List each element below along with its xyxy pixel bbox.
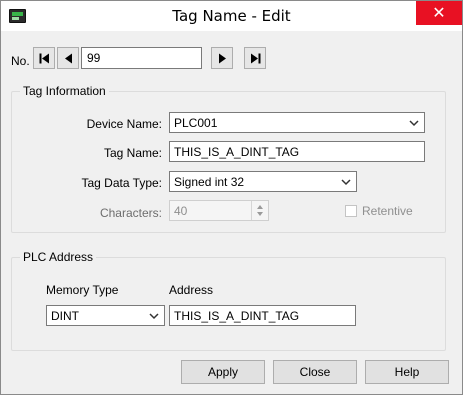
record-navigation: No.	[1, 47, 462, 77]
tag-information-group: Tag Information Device Name: PLC001 Tag …	[11, 84, 446, 233]
window-close-button[interactable]: ✕	[416, 1, 462, 25]
device-name-value: PLC001	[174, 116, 218, 130]
window-title: Tag Name - Edit	[172, 7, 291, 25]
tag-name-input[interactable]	[169, 141, 425, 162]
help-button[interactable]: Help	[365, 360, 449, 384]
tag-data-type-label: Tag Data Type:	[81, 176, 163, 190]
first-record-button[interactable]	[33, 47, 55, 69]
characters-value: 40	[174, 204, 188, 218]
first-record-icon	[39, 53, 49, 64]
tag-data-type-value: Signed int 32	[174, 175, 245, 189]
tag-data-type-select[interactable]: Signed int 32	[169, 171, 357, 192]
title-bar: Tag Name - Edit ✕	[1, 1, 462, 31]
device-name-select[interactable]: PLC001	[169, 112, 425, 133]
record-number-label: No.	[11, 54, 30, 68]
memory-type-label: Memory Type	[46, 283, 119, 297]
characters-spin-buttons[interactable]	[251, 201, 268, 220]
previous-record-icon	[65, 53, 72, 64]
address-input[interactable]	[169, 305, 356, 326]
chevron-down-icon	[149, 313, 159, 320]
tag-information-legend: Tag Information	[20, 84, 109, 98]
record-number-input[interactable]	[81, 47, 202, 69]
last-record-icon	[251, 53, 261, 64]
plc-address-legend: PLC Address	[20, 250, 97, 264]
characters-label: Characters:	[99, 206, 162, 220]
plc-address-group: PLC Address Memory Type Address DINT	[11, 250, 446, 351]
tag-name-label: Tag Name:	[103, 146, 162, 160]
spin-up-down-icon	[257, 205, 263, 216]
tag-name-edit-dialog: Tag Name - Edit ✕ No. 99 Tag Information…	[0, 0, 463, 395]
apply-button[interactable]: Apply	[181, 360, 265, 384]
next-record-icon	[219, 53, 226, 64]
previous-record-button[interactable]	[57, 47, 79, 69]
retentive-label: Retentive	[362, 204, 413, 218]
chevron-down-icon	[409, 120, 419, 127]
memory-type-select[interactable]: DINT	[46, 305, 165, 326]
address-label: Address	[169, 283, 214, 297]
characters-stepper[interactable]: 40	[169, 200, 269, 221]
last-record-button[interactable]	[244, 47, 266, 69]
chevron-down-icon	[341, 179, 351, 186]
retentive-checkbox[interactable]	[345, 205, 357, 217]
memory-type-value: DINT	[51, 309, 79, 323]
next-record-button[interactable]	[211, 47, 233, 69]
device-name-label: Device Name:	[86, 117, 162, 131]
close-button[interactable]: Close	[273, 360, 357, 384]
